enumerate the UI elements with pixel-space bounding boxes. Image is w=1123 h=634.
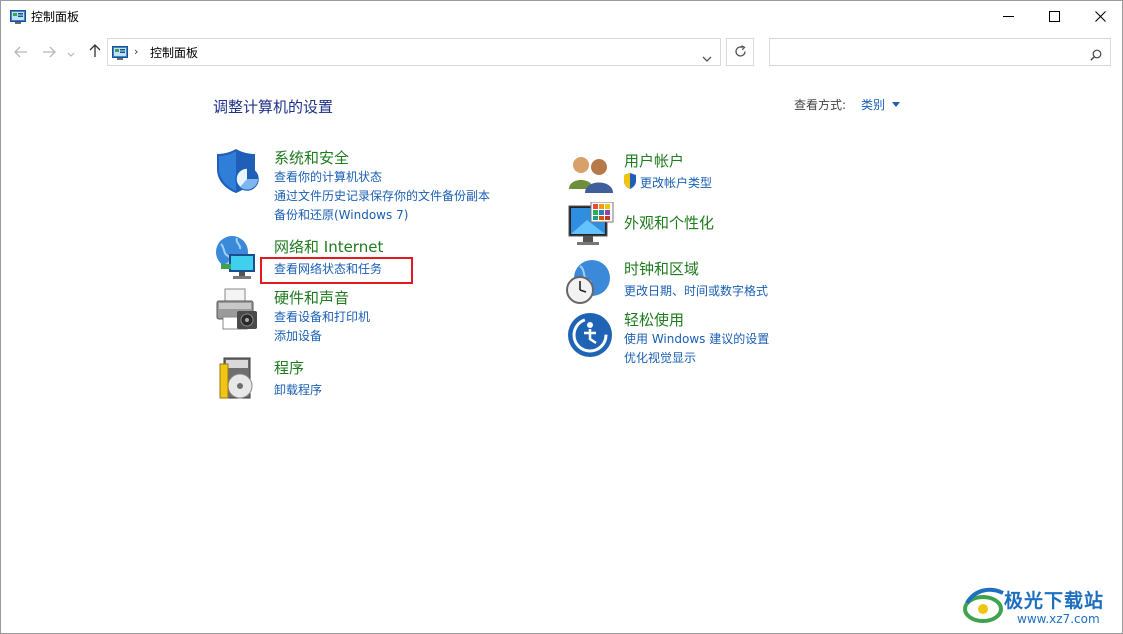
category-network-internet[interactable]: 网络和 Internet xyxy=(274,236,383,257)
watermark-url: www.xz7.com xyxy=(1017,612,1100,626)
category-appearance-personalization[interactable]: 外观和个性化 xyxy=(624,212,714,233)
clock-region-icon[interactable] xyxy=(564,258,612,306)
maximize-button[interactable] xyxy=(1031,1,1077,31)
category-hardware-sound[interactable]: 硬件和声音 xyxy=(274,287,349,308)
link-view-computer-status[interactable]: 查看你的计算机状态 xyxy=(274,168,382,185)
control-panel-icon xyxy=(112,45,128,60)
address-bar[interactable]: › 控制面板 xyxy=(107,38,721,66)
arrow-left-icon xyxy=(14,43,28,62)
uac-shield-icon xyxy=(623,173,637,189)
network-globe-icon[interactable] xyxy=(213,234,261,282)
programs-disc-icon[interactable] xyxy=(216,356,264,404)
link-change-account-type[interactable]: 更改帐户类型 xyxy=(640,174,712,191)
arrow-right-icon xyxy=(42,43,56,62)
chevron-down-icon[interactable] xyxy=(702,48,712,67)
ease-of-access-icon[interactable] xyxy=(566,311,614,359)
arrow-up-icon xyxy=(89,43,101,62)
link-change-date-time-format[interactable]: 更改日期、时间或数字格式 xyxy=(624,282,768,299)
appearance-monitor-icon[interactable] xyxy=(567,201,615,250)
highlight-box xyxy=(260,257,413,284)
close-button[interactable] xyxy=(1077,1,1123,31)
search-input[interactable] xyxy=(776,43,1076,61)
user-accounts-icon[interactable] xyxy=(567,151,615,199)
view-by-label: 查看方式: xyxy=(794,98,847,112)
control-panel-window: 控制面板 › 控制面板 调整计算机的设置 查看方式: 类别 系统和安全 查看你的… xyxy=(0,0,1123,634)
watermark-title: 极光下载站 xyxy=(1004,590,1105,612)
view-by-dropdown[interactable]: 类别 xyxy=(861,96,885,113)
minimize-icon xyxy=(1002,11,1014,22)
category-programs[interactable]: 程序 xyxy=(274,357,304,378)
refresh-button[interactable] xyxy=(726,38,754,66)
refresh-icon xyxy=(734,43,747,62)
page-heading: 调整计算机的设置 xyxy=(213,98,334,116)
printer-icon[interactable] xyxy=(213,287,261,335)
breadcrumb-control-panel[interactable]: 控制面板 xyxy=(150,44,198,61)
forward-button[interactable] xyxy=(38,41,60,63)
category-user-accounts[interactable]: 用户帐户 xyxy=(624,150,684,171)
security-shield-icon[interactable] xyxy=(214,147,262,195)
up-button[interactable] xyxy=(84,41,106,63)
caret-down-icon[interactable] xyxy=(892,102,900,107)
chevron-down-icon xyxy=(67,43,75,62)
category-system-security[interactable]: 系统和安全 xyxy=(274,147,349,168)
back-button[interactable] xyxy=(10,41,32,63)
window-title: 控制面板 xyxy=(31,10,80,24)
link-file-history-backup[interactable]: 通过文件历史记录保存你的文件备份副本 xyxy=(274,187,490,204)
search-box[interactable] xyxy=(769,38,1111,66)
control-panel-icon xyxy=(10,9,26,24)
breadcrumb-separator[interactable]: › xyxy=(134,45,138,58)
link-add-device[interactable]: 添加设备 xyxy=(274,327,322,344)
title-bar[interactable]: 控制面板 xyxy=(1,1,1122,33)
maximize-icon xyxy=(1048,10,1060,22)
link-backup-restore[interactable]: 备份和还原(Windows 7) xyxy=(274,206,408,223)
search-icon xyxy=(1090,46,1102,65)
close-icon xyxy=(1094,10,1106,22)
minimize-button[interactable] xyxy=(985,1,1031,31)
recent-locations-button[interactable] xyxy=(63,41,79,63)
link-uninstall-program[interactable]: 卸载程序 xyxy=(274,381,322,398)
link-view-devices-printers[interactable]: 查看设备和打印机 xyxy=(274,308,370,325)
category-ease-of-access[interactable]: 轻松使用 xyxy=(624,309,684,330)
link-optimize-visual-display[interactable]: 优化视觉显示 xyxy=(624,349,696,366)
category-clock-region[interactable]: 时钟和区域 xyxy=(624,258,699,279)
link-windows-suggested-settings[interactable]: 使用 Windows 建议的设置 xyxy=(624,330,769,347)
